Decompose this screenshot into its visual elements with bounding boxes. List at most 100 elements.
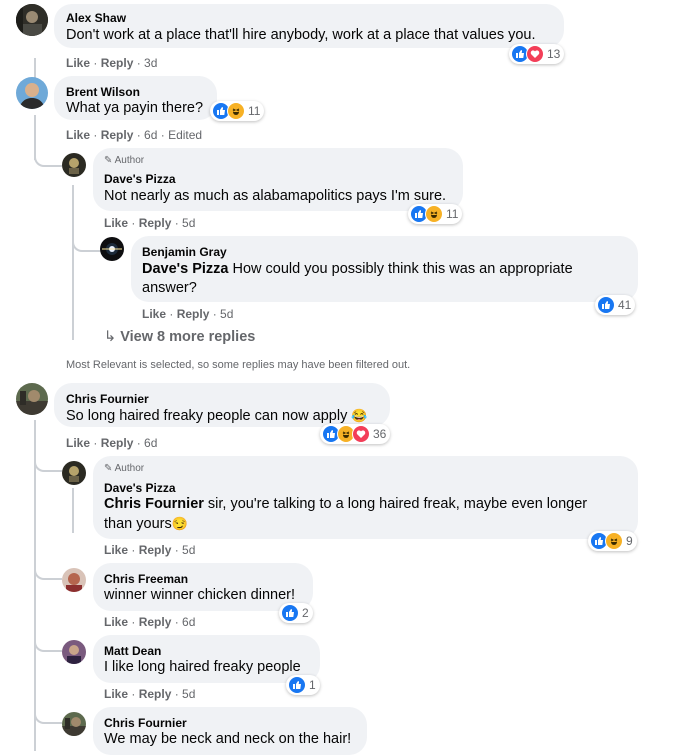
thread-elbow <box>34 450 62 472</box>
comment-text: winner winner chicken dinner! <box>104 587 296 603</box>
commenter-name[interactable]: Benjamin Gray <box>142 245 227 259</box>
thread-elbow <box>34 705 62 724</box>
like-link[interactable]: Like <box>104 615 128 629</box>
comment-actions: Like · Reply · 6d · Edited <box>66 128 203 142</box>
laughing-icon <box>227 102 245 120</box>
reply-link[interactable]: Reply <box>101 56 134 70</box>
commenter-name[interactable]: Dave's Pizza <box>104 481 176 495</box>
comment-actions: Like · Reply · 5d <box>104 687 196 701</box>
reaction-summary[interactable]: 1 <box>286 675 320 695</box>
thread-line <box>34 58 36 78</box>
reply-arrow-icon: ↳ <box>104 329 117 345</box>
thumbs-up-icon <box>597 296 615 314</box>
avatar[interactable] <box>16 383 48 415</box>
heart-icon <box>352 425 370 443</box>
like-link[interactable]: Like <box>66 128 90 142</box>
reaction-summary[interactable]: 11 <box>210 101 265 121</box>
comment-actions: Like · Reply · 6d <box>66 436 158 450</box>
reaction-summary[interactable]: 11 <box>408 204 463 224</box>
comment-actions: Like · Reply · 5d <box>104 216 196 230</box>
filter-notice: Most Relevant is selected, so some repli… <box>66 359 411 371</box>
like-link[interactable]: Like <box>66 56 90 70</box>
comment-actions: Like · Reply · 3d <box>66 56 158 70</box>
thread-line <box>34 420 36 751</box>
reaction-count: 11 <box>248 104 261 118</box>
timestamp[interactable]: 5d <box>182 543 195 557</box>
view-more-replies[interactable]: ↳ View 8 more replies <box>104 329 255 345</box>
commenter-name[interactable]: Alex Shaw <box>66 11 126 25</box>
timestamp[interactable]: 6d <box>182 615 195 629</box>
timestamp[interactable]: 6d <box>144 436 157 450</box>
avatar[interactable] <box>16 4 48 36</box>
thread-line <box>72 185 74 340</box>
reaction-count: 11 <box>446 207 459 221</box>
reply-link[interactable]: Reply <box>139 216 172 230</box>
timestamp[interactable]: 3d <box>144 56 157 70</box>
timestamp[interactable]: 5d <box>182 216 195 230</box>
like-link[interactable]: Like <box>142 307 166 321</box>
thread-elbow <box>34 632 62 652</box>
author-badge: ✎ Author <box>104 463 145 474</box>
timestamp[interactable]: 5d <box>220 307 233 321</box>
reply-link[interactable]: Reply <box>139 543 172 557</box>
comment-actions: Like · Reply · 6d <box>104 615 196 629</box>
timestamp[interactable]: 6d <box>144 128 157 142</box>
laughing-icon <box>425 205 443 223</box>
comment-text: Don't work at a place that'll hire anybo… <box>66 27 536 43</box>
thumbs-up-icon <box>288 676 306 694</box>
reaction-summary[interactable]: 41 <box>595 295 636 315</box>
reaction-count: 13 <box>547 47 561 61</box>
thumbs-up-icon <box>281 604 299 622</box>
pencil-icon: ✎ <box>104 155 113 166</box>
reaction-summary[interactable]: 2 <box>279 603 313 623</box>
avatar[interactable] <box>62 568 86 592</box>
like-link[interactable]: Like <box>104 216 128 230</box>
reply-link[interactable]: Reply <box>139 687 172 701</box>
avatar[interactable] <box>62 640 86 664</box>
timestamp[interactable]: 5d <box>182 687 195 701</box>
thread-elbow <box>34 145 62 167</box>
reply-link[interactable]: Reply <box>101 128 134 142</box>
like-link[interactable]: Like <box>104 687 128 701</box>
comment-text: What ya payin there? <box>66 100 204 116</box>
edited-label[interactable]: Edited <box>168 128 202 142</box>
author-badge: ✎ Author <box>104 155 145 166</box>
thread-elbow <box>34 562 62 580</box>
comment-text: So long haired freaky people can now app… <box>66 408 368 424</box>
reply-link[interactable]: Reply <box>101 436 134 450</box>
avatar[interactable] <box>100 237 124 261</box>
laughing-emoji: 😂 <box>351 408 368 423</box>
mention-link[interactable]: Chris Fournier <box>104 496 204 512</box>
like-link[interactable]: Like <box>104 543 128 557</box>
avatar[interactable] <box>62 153 86 177</box>
reaction-summary[interactable]: 13 <box>509 44 565 64</box>
thread-line <box>72 488 74 533</box>
like-link[interactable]: Like <box>66 436 90 450</box>
commenter-name[interactable]: Dave's Pizza <box>104 172 176 186</box>
commenter-name[interactable]: Chris Fournier <box>104 716 187 730</box>
mention-link[interactable]: Dave's Pizza <box>142 261 228 277</box>
commenter-name[interactable]: Matt Dean <box>104 644 161 658</box>
commenter-name[interactable]: Brent Wilson <box>66 85 140 99</box>
reaction-count: 2 <box>302 606 309 620</box>
commenter-name[interactable]: Chris Freeman <box>104 572 188 586</box>
comment-actions: Like · Reply · 5d <box>142 307 234 321</box>
heart-icon <box>526 45 544 63</box>
reply-link[interactable]: Reply <box>177 307 210 321</box>
comment-actions: Like · Reply · 5d <box>104 543 196 557</box>
avatar[interactable] <box>62 461 86 485</box>
reaction-count: 9 <box>626 534 633 548</box>
commenter-name[interactable]: Chris Fournier <box>66 392 149 406</box>
comment-text: Chris Fournier sir, you're talking to a … <box>104 496 588 532</box>
reaction-count: 36 <box>373 427 387 441</box>
comment-text: We may be neck and neck on the hair! <box>104 731 352 747</box>
laughing-icon <box>605 532 623 550</box>
reaction-count: 1 <box>309 678 316 692</box>
pencil-icon: ✎ <box>104 463 113 474</box>
avatar[interactable] <box>62 712 86 736</box>
reaction-summary[interactable]: 9 <box>588 531 637 551</box>
avatar[interactable] <box>16 77 48 109</box>
smirk-emoji: 😏 <box>171 516 188 531</box>
reaction-summary[interactable]: 36 <box>320 424 391 444</box>
reply-link[interactable]: Reply <box>139 615 172 629</box>
